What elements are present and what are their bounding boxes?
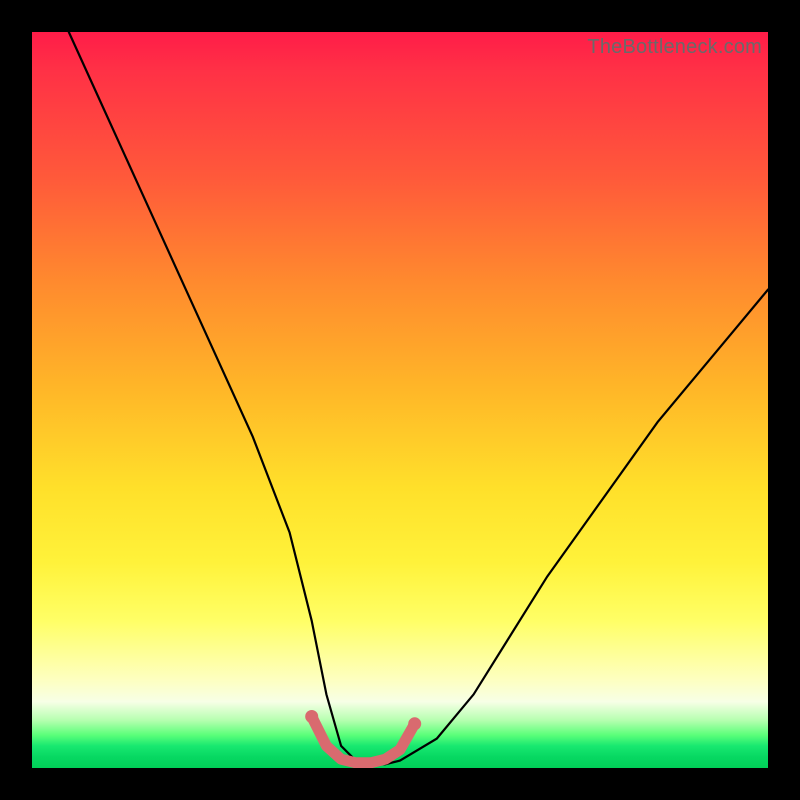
highlight-dot-right xyxy=(408,717,421,730)
curve-layer xyxy=(32,32,768,768)
bottleneck-curve xyxy=(69,32,768,764)
plot-area: TheBottleneck.com xyxy=(32,32,768,768)
chart-frame: TheBottleneck.com xyxy=(0,0,800,800)
highlight-dot-left xyxy=(305,710,318,723)
optimal-zone-highlight xyxy=(312,717,415,763)
watermark-text: TheBottleneck.com xyxy=(587,36,762,59)
